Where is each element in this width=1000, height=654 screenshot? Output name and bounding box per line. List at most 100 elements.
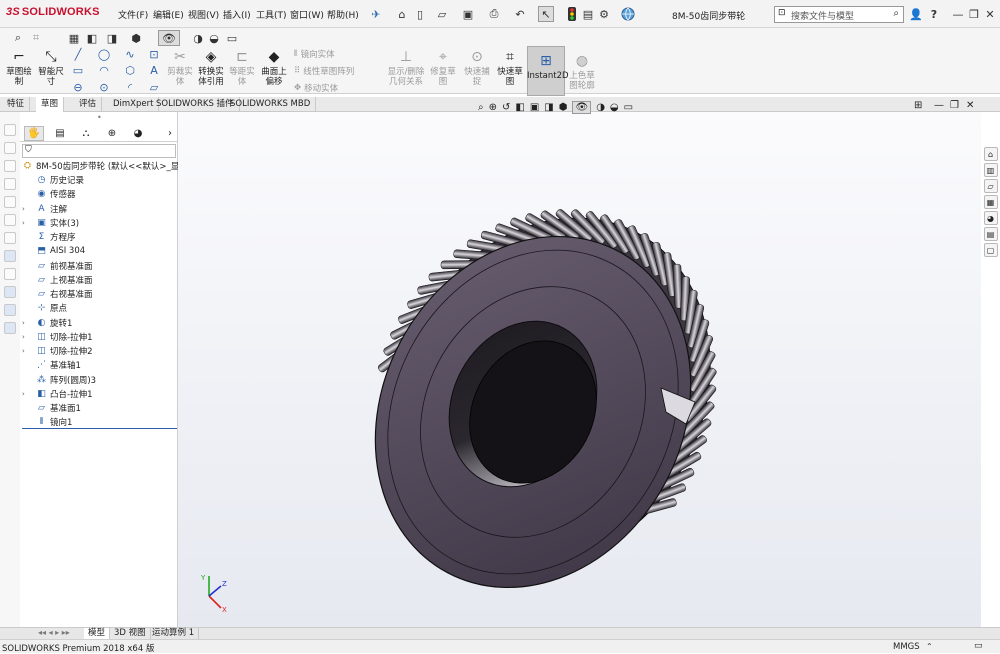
view-settings-icon[interactable]: ▭ [624,102,633,113]
text-icon[interactable]: A [146,62,162,78]
new-document-icon[interactable]: ▯ [412,6,428,22]
repair-sketch-button[interactable]: ⌖ 修复草图 [428,48,458,87]
dimxpert-manager-tab-icon[interactable]: ⊕ [102,126,122,141]
offset-on-surface-button[interactable]: ◆ 曲面上偏移 [258,48,290,87]
edit-appearance-icon[interactable]: ◑ [596,102,605,113]
tree-item[interactable]: ▱ 基准面1 [22,401,81,415]
dimension-icon[interactable]: ⌗ [28,30,44,46]
undo-icon[interactable]: ↶ [512,6,528,22]
unit-system-select[interactable]: MMGS [893,642,920,652]
trim-entities-button[interactable]: ✂ 剪裁实体 [166,48,194,87]
section-view-icon[interactable]: ◧ [84,30,100,46]
menu-tools[interactable]: 工具(T) [256,8,287,21]
tree-item[interactable]: › ◐ 旋转1 [22,316,72,330]
spline-icon[interactable]: ∿ [122,46,138,62]
search-icon[interactable]: ⌕ [893,8,899,19]
pulley-model[interactable] [178,112,981,627]
select-icon[interactable]: ↖ [538,6,554,22]
menu-help[interactable]: 帮助(H) [327,8,359,21]
traffic-light-icon[interactable] [564,6,580,22]
tree-item[interactable]: › A 注解 [22,202,67,216]
appearances-icon[interactable]: ◕ [983,211,998,225]
convert-entities-button[interactable]: ◈ 转换实体引用 [196,48,226,87]
expand-arrow-icon[interactable]: › [22,205,30,213]
rebuild-icon[interactable]: ▤ [580,6,596,22]
tree-item[interactable]: ▱ 右视基准面 [22,287,92,301]
feature-manager-tab-icon[interactable]: 🖐 [24,126,44,141]
centerline-icon[interactable]: ⊖ [70,79,86,95]
fillet-icon[interactable]: ◜ [122,79,138,95]
strip-tool-icon[interactable] [4,160,16,172]
menu-window[interactable]: 窗口(W) [290,8,324,21]
tab-evaluate[interactable]: 评估 [74,97,103,112]
expand-arrow-icon[interactable]: › [22,347,30,355]
monitor-icon[interactable]: ▭ [224,30,240,46]
tree-item[interactable]: ▱ 前视基准面 [22,259,92,273]
tab-mbd[interactable]: SOLIDWORKS MBD [225,97,317,112]
section-view-icon[interactable]: ◧ [515,102,524,113]
rectangle-icon[interactable]: ▭ [70,62,86,78]
message-icon[interactable]: ▭ [974,641,983,651]
mirror-entities-button[interactable]: ⫴ 镜向实体 [294,48,335,60]
menu-edit[interactable]: 编辑(E) [153,8,184,21]
palette-icon[interactable]: ▦ [66,30,82,46]
home-icon[interactable]: ⌂ [983,147,998,161]
custom-properties-icon[interactable]: ▤ [983,227,998,241]
zoom-to-fit-icon[interactable]: ⌕ [478,102,484,113]
view-orientation-icon[interactable]: ◨ [544,102,553,113]
menu-insert[interactable]: 插入(I) [223,8,251,21]
tree-item[interactable]: › ◫ 切除-拉伸1 [22,330,92,344]
display-style-icon[interactable]: ⬢ [128,30,144,46]
tree-item[interactable]: ⁂ 阵列(圆周)3 [22,373,96,387]
tree-item[interactable]: › ▣ 实体(3) [22,216,79,230]
viewport-pin-icon[interactable]: ⊞ [914,100,922,111]
linear-pattern-button[interactable]: ⠿ 线性草图阵列 [294,65,354,77]
viewport-close-button[interactable]: ✕ [966,100,974,111]
save-icon[interactable]: ▣ [460,6,476,22]
tab-sketch[interactable]: 草图 [36,97,65,112]
menu-file[interactable]: 文件(F) [118,8,148,21]
graphics-viewport[interactable]: X Y Z [178,112,981,627]
rollback-bar[interactable] [22,428,177,429]
polygon-icon[interactable]: ⬡ [122,62,138,78]
arc-icon[interactable]: ◠ [96,62,112,78]
account-icon[interactable]: 👤 [908,6,924,22]
circle-icon[interactable]: ◯ [96,46,112,62]
close-button[interactable]: ✕ [982,6,998,22]
tab-features[interactable]: 特征 [2,97,31,112]
search-box[interactable]: ⊡ 搜索文件与模型 ⌕ [774,6,904,23]
minimize-button[interactable]: — [950,6,966,22]
tree-root[interactable]: ⛭ 8M-50齿同步带轮 (默认<<默认>_显示状 [22,159,196,173]
dynamic-annotation-icon[interactable]: ▣ [530,102,539,113]
tree-item[interactable]: Σ 方程序 [22,230,76,244]
strip-tool-icon[interactable] [4,196,16,208]
shaded-contour-button[interactable]: ◍ 上色草图轮廓 [566,52,598,91]
zoom-area-icon[interactable]: ⊕ [489,102,497,113]
tree-item[interactable]: ◉ 传感器 [22,187,76,201]
panel-drag-handle[interactable]: • [97,113,102,122]
strip-tool-icon[interactable] [4,286,16,298]
pin-icon[interactable]: ✈ [368,6,384,22]
tree-item[interactable]: ⊹ 原点 [22,301,67,315]
move-entities-button[interactable]: ✥ 移动实体 [294,82,338,94]
options-gear-icon[interactable]: ⚙ [596,6,612,22]
sketch-button[interactable]: ⌐ 草图绘制 [4,48,34,87]
strip-tool-icon[interactable] [4,178,16,190]
configuration-manager-tab-icon[interactable]: ⛬ [76,126,96,141]
tree-filter-input[interactable]: ⛉ [22,144,176,158]
strip-tool-icon[interactable] [4,214,16,226]
chevron-up-icon[interactable]: ⌃ [926,642,933,651]
previous-view-icon[interactable]: ↺ [502,102,510,113]
tree-item[interactable]: ▱ 上视基准面 [22,273,92,287]
strip-tool-icon[interactable] [4,322,16,334]
display-delete-relations-button[interactable]: ⊥ 显示/删除几何关系 [386,48,426,87]
strip-tool-icon[interactable] [4,124,16,136]
quick-snaps-button[interactable]: ⊙ 快速捕捉 [462,48,492,87]
strip-tool-icon[interactable] [4,268,16,280]
strip-tool-icon[interactable] [4,142,16,154]
tree-item[interactable]: ⋰ 基准轴1 [22,358,81,372]
point-icon[interactable]: ⊙ [96,79,112,95]
view-palette-icon[interactable]: ▦ [983,195,998,209]
slot-icon[interactable]: ⊡ [146,46,162,62]
home-icon[interactable]: ⌂ [394,6,410,22]
